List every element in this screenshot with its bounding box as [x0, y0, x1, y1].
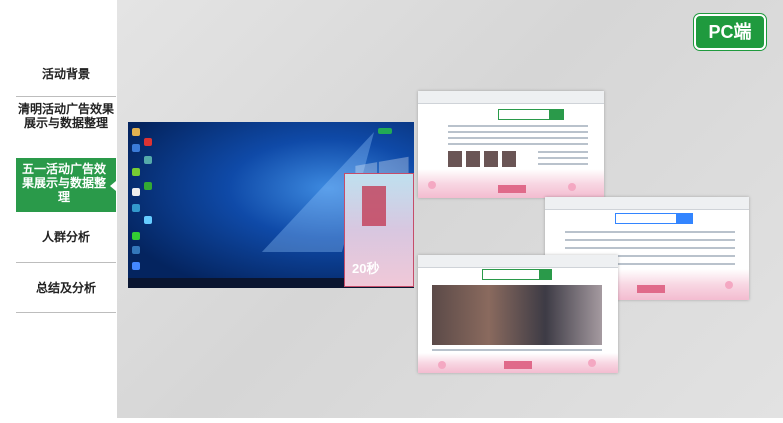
desktop-icon — [144, 138, 152, 146]
link-row — [565, 239, 735, 241]
sidebar-item-label: 总结及分析 — [35, 281, 96, 295]
ad-banner — [418, 169, 604, 198]
stage-footer — [117, 418, 783, 423]
popup-ad-title-art — [362, 186, 386, 226]
link-row — [565, 231, 735, 233]
pc-badge: PC端 — [694, 14, 766, 50]
blossom — [568, 183, 576, 191]
desktop-icon — [132, 128, 140, 136]
video-banner — [432, 285, 602, 345]
ad-logo — [637, 285, 665, 293]
sidebar-item-label: 清明活动广告效果展示与数据整理 — [17, 102, 114, 130]
news-thumbnail — [484, 151, 498, 167]
divider — [16, 312, 116, 313]
browser-toolbar — [545, 197, 749, 210]
divider — [16, 96, 116, 97]
desktop-icon — [132, 188, 140, 196]
link-row — [538, 163, 588, 165]
search-button — [550, 109, 564, 120]
ad-logo — [498, 185, 526, 193]
link-row — [448, 137, 588, 139]
blossom — [428, 181, 436, 189]
sidebar-item-label: 人群分析 — [41, 230, 90, 244]
divider — [16, 262, 116, 263]
desktop-icon — [132, 232, 140, 240]
browser-toolbar — [418, 255, 618, 268]
ad-logo — [504, 361, 532, 369]
search-box — [482, 269, 540, 280]
sidebar-item-wuyi[interactable]: 五一活动广告效果展示与数据整理 — [16, 158, 116, 212]
sidebar-item-label: 五一活动广告效果展示与数据整理 — [21, 162, 106, 204]
desktop-icon — [132, 246, 140, 254]
sidebar-item-label: 活动背景 — [41, 67, 90, 81]
desktop-icon — [132, 204, 140, 212]
sidebar-item-background[interactable]: 活动背景 — [16, 67, 116, 83]
link-row — [432, 349, 602, 351]
sidebar-nav: 活动背景 清明活动广告效果展示与数据整理 五一活动广告效果展示与数据整理 人群分… — [0, 0, 117, 423]
blossom — [725, 281, 733, 289]
browser-window-video — [418, 255, 618, 373]
desktop-icon — [132, 262, 140, 270]
browser-window-navigation — [418, 91, 604, 198]
blossom — [588, 359, 596, 367]
desktop-icon — [144, 216, 152, 224]
link-row — [565, 247, 735, 249]
desktop-icon — [132, 168, 140, 176]
search-box — [615, 213, 677, 224]
sidebar-item-audience[interactable]: 人群分析 — [16, 230, 116, 246]
news-thumbnail — [502, 151, 516, 167]
search-box — [498, 109, 550, 120]
news-thumbnail — [466, 151, 480, 167]
link-row — [538, 151, 588, 153]
link-row — [448, 125, 588, 127]
browser-toolbar — [418, 91, 604, 104]
link-row — [448, 143, 588, 145]
blossom — [438, 361, 446, 369]
desktop-icon — [144, 156, 152, 164]
sidebar-item-summary[interactable]: 总结及分析 — [16, 281, 116, 297]
sidebar-item-qingming[interactable]: 清明活动广告效果展示与数据整理 — [16, 102, 116, 130]
link-row — [538, 157, 588, 159]
desktop-icon — [132, 144, 140, 152]
popup-timer: 20秒 — [352, 261, 380, 276]
desktop-icon — [378, 128, 392, 134]
link-row — [448, 131, 588, 133]
desktop-icon — [144, 182, 152, 190]
news-thumbnail — [448, 151, 462, 167]
search-button — [677, 213, 693, 224]
search-button — [540, 269, 552, 280]
